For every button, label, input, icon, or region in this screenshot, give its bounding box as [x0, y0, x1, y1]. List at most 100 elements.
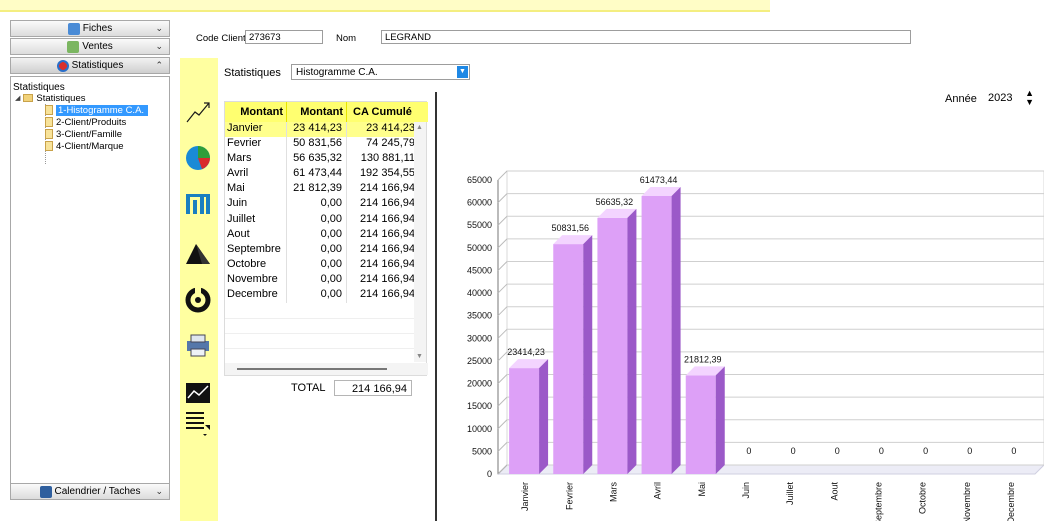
y-tick-label: 40000 — [467, 288, 492, 298]
spinner-arrows-icon[interactable]: ▲ ▼ — [1025, 89, 1034, 107]
y-tick-label: 65000 — [467, 175, 492, 185]
cell-mois: Mars — [225, 152, 287, 168]
x-tick-label: Fevrier — [564, 482, 574, 510]
donut-chart-icon[interactable] — [183, 284, 213, 314]
cell-montant: 0,00 — [287, 288, 347, 304]
chart-type-toolbar — [180, 58, 218, 521]
gridline-depth — [497, 351, 508, 362]
table-header: Montant Montant CA Cumulé — [225, 102, 428, 122]
y-tick-label: 55000 — [467, 220, 492, 230]
y-tick-label: 30000 — [467, 333, 492, 343]
nom-field[interactable]: LEGRAND — [381, 30, 911, 44]
tree-item-histogramme[interactable]: 1-Histogramme C.A. — [15, 104, 165, 116]
table-row[interactable]: Fevrier 50 831,56 74 245,79 — [225, 137, 416, 153]
table-row[interactable]: Mai 21 812,39 214 166,94 — [225, 182, 416, 198]
x-tick-label: Juillet — [785, 482, 795, 506]
table-row[interactable]: Decembre 0,00 214 166,94 — [225, 288, 416, 304]
trend-chart-icon[interactable] — [183, 378, 213, 408]
cell-mois: Decembre — [225, 288, 287, 304]
bar-value-label: 0 — [879, 446, 884, 456]
table-row[interactable]: Avril 61 473,44 192 354,55 — [225, 167, 416, 183]
scroll-thumb[interactable] — [237, 368, 387, 370]
cell-cumul: 214 166,94 — [347, 197, 416, 213]
cell-cumul: 192 354,55 — [347, 167, 416, 183]
area-chart-icon[interactable] — [183, 238, 213, 268]
bar-value-label: 0 — [746, 446, 751, 456]
x-tick-label: Mars — [608, 482, 618, 502]
table-row[interactable]: Aout 0,00 214 166,94 — [225, 227, 416, 243]
cell-mois: Fevrier — [225, 137, 287, 153]
cell-montant: 0,00 — [287, 212, 347, 228]
code-client-field[interactable]: 273673 — [245, 30, 323, 44]
nav-button-ventes[interactable]: Ventes ⌄ — [10, 38, 170, 55]
expand-icon[interactable]: ◢ — [15, 94, 20, 102]
table-horizontal-scrollbar[interactable] — [225, 363, 428, 375]
pie-chart-icon[interactable] — [183, 143, 213, 173]
cell-cumul: 214 166,94 — [347, 227, 416, 243]
tree-item-label: 4-Client/Marque — [56, 140, 124, 152]
cell-montant: 0,00 — [287, 197, 347, 213]
cell-cumul: 23 414,23 — [347, 122, 416, 138]
document-icon — [45, 117, 53, 127]
menu-lines-icon[interactable] — [183, 408, 213, 438]
ventes-icon — [67, 40, 80, 53]
column-header-montant-2[interactable]: Montant — [287, 102, 347, 122]
bar-side — [539, 359, 549, 474]
table-row[interactable]: Septembre 0,00 214 166,94 — [225, 242, 416, 258]
table-row[interactable]: Janvier 23 414,23 23 414,23 — [225, 122, 416, 138]
nav-button-calendrier[interactable]: Calendrier / Taches ⌄ — [10, 483, 170, 500]
cell-montant: 23 414,23 — [287, 122, 347, 138]
bar-chart-icon[interactable] — [183, 188, 213, 218]
annee-spinner[interactable]: 2023 ▲ ▼ — [984, 89, 1036, 109]
printer-icon[interactable] — [183, 330, 213, 360]
annee-value: 2023 — [988, 92, 1013, 104]
cell-mois: Avril — [225, 167, 287, 183]
chevron-up-icon: ⌃ — [155, 60, 163, 70]
y-tick-label: 35000 — [467, 311, 492, 321]
table-row[interactable]: Octobre 0,00 214 166,94 — [225, 257, 416, 273]
column-header-montant[interactable]: Montant — [225, 102, 287, 122]
gridline-depth — [497, 193, 508, 203]
cell-cumul: 214 166,94 — [347, 257, 416, 273]
cell-mois: Novembre — [225, 272, 287, 289]
bar-front — [641, 195, 672, 474]
x-tick-label: Octobre — [918, 482, 928, 514]
tree-item-client-famille[interactable]: 3-Client/Famille — [15, 128, 165, 140]
nav-button-statistiques[interactable]: Statistiques ⌃ — [10, 57, 170, 74]
ca-table: Montant Montant CA Cumulé Janvier 23 414,… — [224, 101, 428, 376]
scroll-up-icon[interactable]: ▲ — [416, 124, 423, 131]
statistiques-icon — [56, 59, 69, 72]
tree-item-client-marque[interactable]: 4-Client/Marque — [15, 140, 165, 152]
table-row[interactable]: Novembre 0,00 214 166,94 — [225, 272, 416, 289]
line-chart-icon[interactable] — [183, 98, 213, 128]
cell-montant: 0,00 — [287, 242, 347, 258]
tree-item-label: 1-Histogramme C.A. — [56, 104, 149, 116]
y-tick-label: 20000 — [467, 379, 492, 389]
scroll-down-icon[interactable]: ▼ — [416, 353, 423, 360]
table-row[interactable]: Juin 0,00 214 166,94 — [225, 197, 416, 213]
bar-value-label: 21812,39 — [684, 354, 722, 364]
cell-cumul: 214 166,94 — [347, 212, 416, 228]
table-vertical-scrollbar[interactable]: ▲ ▼ — [414, 122, 426, 362]
y-tick-label: 60000 — [467, 198, 492, 208]
table-row[interactable]: Mars 56 635,32 130 881,11 — [225, 152, 416, 168]
tree-root[interactable]: ◢ Statistiques — [15, 92, 165, 104]
table-body: Janvier 23 414,23 23 414,23 Fevrier 50 831,… — [225, 122, 416, 304]
y-tick-label: 45000 — [467, 265, 492, 275]
y-axis-labels: 0 5000 10000 15000 20000 25000 30000 35000 40000… — [467, 175, 492, 479]
nav-button-label: Calendrier / Taches — [54, 486, 141, 497]
table-row[interactable]: Juillet 0,00 214 166,94 — [225, 212, 416, 228]
nav-button-fiches[interactable]: Fiches ⌄ — [10, 20, 170, 37]
bar-value-label: 0 — [1011, 446, 1016, 456]
cell-montant: 61 473,44 — [287, 167, 347, 183]
tree-item-client-produits[interactable]: 2-Client/Produits — [15, 116, 165, 128]
statistiques-selected-value: Histogramme C.A. — [296, 67, 378, 78]
bar-side — [671, 186, 681, 474]
x-tick-label: Avril — [653, 482, 663, 499]
bar-side — [583, 235, 593, 474]
chevron-down-icon: ⌄ — [155, 23, 163, 33]
column-header-ca-cumule[interactable]: CA Cumulé — [347, 102, 428, 122]
statistiques-select[interactable]: Histogramme C.A. ▼ — [291, 64, 470, 80]
dropdown-arrow-icon[interactable]: ▼ — [457, 66, 468, 78]
document-icon — [45, 105, 53, 115]
